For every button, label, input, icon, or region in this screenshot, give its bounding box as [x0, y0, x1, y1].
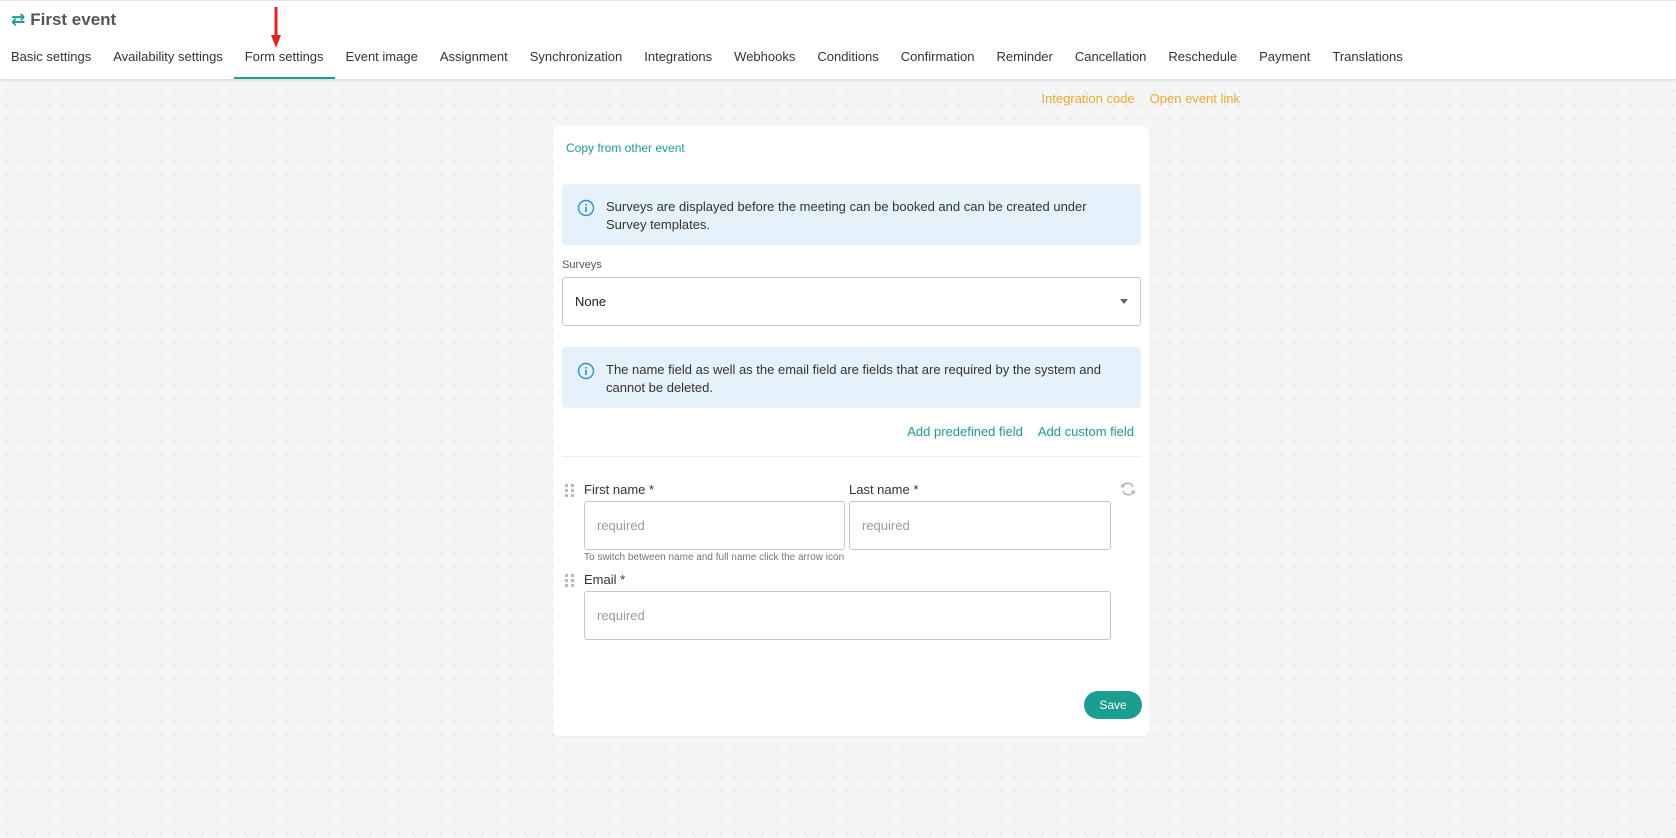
tab-confirmation[interactable]: Confirmation: [890, 47, 986, 79]
event-header: ⇄ First event Basic settings Availabilit…: [0, 0, 1676, 79]
last-name-input[interactable]: [849, 501, 1111, 550]
surveys-label: Surveys: [562, 259, 602, 271]
top-links: Integration code Open event link: [1041, 91, 1240, 106]
tab-form-settings[interactable]: Form settings: [233, 47, 335, 79]
integration-code-link[interactable]: Integration code: [1041, 91, 1134, 106]
tab-reminder[interactable]: Reminder: [986, 47, 1064, 79]
surveys-info-box: Surveys are displayed before the meeting…: [562, 184, 1141, 245]
first-name-input[interactable]: [584, 501, 845, 550]
tab-conditions[interactable]: Conditions: [806, 47, 889, 79]
title-row: ⇄ First event: [11, 10, 116, 30]
chevron-down-icon: [1120, 299, 1128, 304]
info-icon: [577, 362, 595, 380]
tab-reschedule[interactable]: Reschedule: [1157, 47, 1248, 79]
info-icon: [577, 199, 595, 217]
divider: [562, 456, 1141, 457]
name-switch-hint: To switch between name and full name cli…: [584, 552, 845, 563]
tab-payment[interactable]: Payment: [1248, 47, 1321, 79]
tab-availability-settings[interactable]: Availability settings: [102, 47, 234, 79]
tab-webhooks[interactable]: Webhooks: [723, 47, 806, 79]
settings-tabs: Basic settings Availability settings For…: [0, 47, 1414, 79]
tab-cancellation[interactable]: Cancellation: [1064, 47, 1158, 79]
add-custom-field-link[interactable]: Add custom field: [1038, 424, 1134, 439]
drag-handle-icon[interactable]: [565, 484, 575, 498]
last-name-label: Last name *: [849, 482, 919, 497]
tab-translations[interactable]: Translations: [1321, 47, 1413, 79]
surveys-select[interactable]: None: [562, 277, 1141, 326]
add-field-links: Add predefined field Add custom field: [907, 424, 1134, 439]
drag-handle-icon[interactable]: [565, 574, 575, 588]
email-input[interactable]: [584, 591, 1111, 640]
open-event-link[interactable]: Open event link: [1150, 91, 1240, 106]
first-name-label: First name *: [584, 482, 655, 497]
tab-synchronization[interactable]: Synchronization: [519, 47, 634, 79]
form-settings-card: Copy from other event Surveys are displa…: [553, 126, 1149, 736]
tab-basic-settings[interactable]: Basic settings: [0, 47, 102, 79]
fields-info-text: The name field as well as the email fiel…: [606, 362, 1101, 395]
page-title: First event: [30, 10, 117, 29]
save-button[interactable]: Save: [1084, 691, 1142, 719]
tab-integrations[interactable]: Integrations: [633, 47, 723, 79]
surveys-selected-value: None: [575, 294, 607, 309]
fields-info-box: The name field as well as the email fiel…: [562, 347, 1141, 408]
tab-event-image[interactable]: Event image: [335, 47, 429, 79]
email-label: Email *: [584, 572, 626, 587]
swap-arrows-icon[interactable]: ⇄: [11, 10, 25, 30]
surveys-info-text: Surveys are displayed before the meeting…: [606, 199, 1087, 232]
copy-from-other-event-link[interactable]: Copy from other event: [566, 141, 685, 155]
annotation-arrow-icon: [271, 7, 281, 48]
add-predefined-field-link[interactable]: Add predefined field: [907, 424, 1023, 439]
refresh-icon[interactable]: [1120, 481, 1136, 497]
tab-assignment[interactable]: Assignment: [429, 47, 519, 79]
